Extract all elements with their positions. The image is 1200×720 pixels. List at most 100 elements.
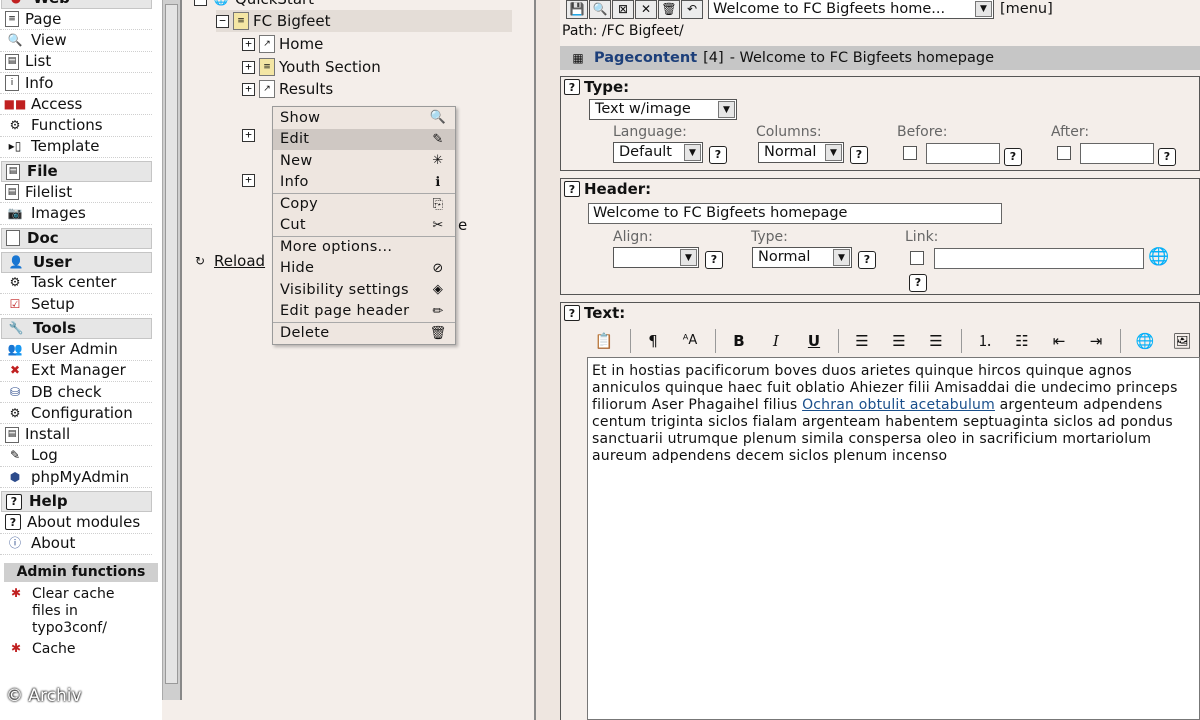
ctx-edit-page-header[interactable]: Edit page header ✏ [273, 301, 455, 323]
scrollbar-thumb[interactable] [165, 4, 178, 684]
type-select[interactable]: Text w/image ▼ [589, 99, 737, 120]
bold-icon[interactable]: B [726, 330, 752, 352]
tree-item-fc-bigfeet[interactable]: − ≡ FC Bigfeet [216, 10, 512, 32]
paste-icon[interactable]: 📋 [591, 330, 617, 352]
undo-icon[interactable]: ↶ [681, 0, 703, 19]
ctx-cut[interactable]: Cut ✂ [273, 215, 455, 237]
save-view-icon[interactable]: 🔍 [589, 0, 611, 19]
menu-link[interactable]: [menu] [1000, 1, 1053, 17]
tree-item-hidden-2[interactable]: + [242, 169, 255, 191]
outdent-icon[interactable]: ⇤ [1046, 330, 1072, 352]
module-item-access[interactable]: ■■ Access [0, 94, 152, 116]
header-type-select[interactable]: Normal ▼ [752, 247, 852, 268]
ctx-hide[interactable]: Hide ⊘ [273, 258, 455, 280]
chevron-down-icon[interactable]: ▼ [975, 1, 992, 17]
collapse-icon[interactable]: − [216, 14, 229, 28]
link-input[interactable] [934, 248, 1144, 269]
unordered-list-icon[interactable]: ☷ [1009, 330, 1035, 352]
link-checkbox[interactable] [910, 251, 924, 265]
help-question-icon[interactable]: ? [564, 305, 580, 321]
help-question-icon[interactable]: ? [858, 251, 876, 269]
clear-cache-typo3conf-link[interactable]: ✱ Clear cache files in typo3conf/ [0, 582, 162, 641]
module-item-setup[interactable]: ☑ Setup [0, 294, 152, 316]
tree-item-hidden-1[interactable]: + [242, 124, 255, 146]
align-select[interactable]: ▼ [613, 247, 699, 268]
frame-divider[interactable] [534, 0, 560, 720]
tree-item-results[interactable]: + ↗ Results [242, 78, 333, 100]
help-question-icon[interactable]: ? [850, 146, 868, 164]
before-input[interactable] [926, 143, 1000, 164]
align-right-icon[interactable]: ☰ [923, 330, 949, 352]
before-checkbox[interactable] [903, 146, 917, 160]
clear-cache-link[interactable]: ✱ Cache [0, 641, 162, 662]
insert-image-icon[interactable]: 🖼 [1169, 330, 1195, 352]
help-question-icon[interactable]: ? [705, 251, 723, 269]
align-left-icon[interactable]: ☰ [849, 330, 875, 352]
module-group-doc[interactable]: Doc [1, 227, 152, 249]
ctx-info[interactable]: Info ℹ [273, 172, 455, 194]
module-item-functions[interactable]: ⚙ Functions [0, 115, 152, 137]
delete-icon[interactable]: 🗑 [658, 0, 680, 19]
tree-reload-link[interactable]: ↻ Reload [190, 250, 265, 272]
tree-item-youth-section[interactable]: + ≡ Youth Section [242, 56, 381, 78]
expand-icon[interactable]: + [242, 173, 255, 187]
help-question-icon[interactable]: ? [1004, 148, 1022, 166]
help-question-icon[interactable]: ? [909, 274, 927, 292]
module-item-ext-manager[interactable]: ✖ Ext Manager [0, 361, 152, 382]
expand-icon[interactable]: + [242, 128, 255, 142]
indent-icon[interactable]: ⇥ [1083, 330, 1109, 352]
save-icon[interactable]: 💾 [566, 0, 588, 19]
module-item-log[interactable]: ✎ Log [0, 446, 152, 468]
save-close-icon[interactable]: ⊠ [612, 0, 634, 19]
collapse-icon[interactable]: − [194, 0, 207, 6]
module-item-view[interactable]: 🔍 View [0, 30, 152, 52]
expand-icon[interactable]: + [242, 60, 255, 74]
module-item-template[interactable]: ▸▯ Template [0, 137, 152, 159]
after-checkbox[interactable] [1057, 146, 1071, 160]
module-item-info[interactable]: i Info [0, 73, 152, 95]
module-item-list[interactable]: ▤ List [0, 52, 152, 73]
ctx-delete[interactable]: Delete 🗑 [273, 322, 455, 344]
ctx-visibility-settings[interactable]: Visibility settings ◈ [273, 279, 455, 301]
module-item-images[interactable]: 📷 Images [0, 203, 152, 225]
paragraph-format-icon[interactable]: ¶ [640, 330, 666, 352]
close-icon[interactable]: ✕ [635, 0, 657, 19]
module-item-configuration[interactable]: ⚙ Configuration [0, 403, 152, 425]
module-item-task-center[interactable]: ⚙ Task center [0, 273, 152, 294]
tree-root[interactable]: − 🌐 QuickStart [194, 0, 314, 10]
module-item-filelist[interactable]: ▤ Filelist [0, 182, 152, 204]
tree-item-home[interactable]: + ↗ Home [242, 33, 323, 55]
module-item-about-modules[interactable]: ? About modules [0, 512, 152, 534]
help-question-icon[interactable]: ? [709, 146, 727, 164]
rich-text-editor[interactable]: Et in hostias pacificorum boves duos ari… [587, 357, 1200, 720]
ordered-list-icon[interactable]: ⒈ [972, 330, 998, 352]
body-link[interactable]: Ochran obtulit acetabulum [802, 397, 995, 413]
text-style-icon[interactable]: ᴬA [677, 330, 703, 352]
module-item-db-check[interactable]: ⛁ DB check [0, 382, 152, 404]
module-item-page[interactable]: ≡ Page [0, 9, 152, 31]
record-select[interactable]: Welcome to FC Bigfeets home... ▼ [708, 0, 994, 19]
help-question-icon[interactable]: ? [564, 79, 580, 95]
link-browser-globe-icon[interactable]: 🌐 [1148, 247, 1169, 267]
help-question-icon[interactable]: ? [1158, 148, 1176, 166]
ctx-more-options[interactable]: More options... [273, 236, 455, 258]
module-item-install[interactable]: ▤ Install [0, 424, 152, 446]
columns-select[interactable]: Normal ▼ [758, 142, 844, 163]
ctx-show[interactable]: Show 🔍 [273, 107, 455, 129]
ctx-edit[interactable]: Edit ✎ [273, 128, 455, 150]
ctx-copy[interactable]: Copy ⎘ [273, 193, 455, 215]
module-menu-scrollbar[interactable] [162, 0, 182, 700]
language-select[interactable]: Default ▼ [613, 142, 703, 163]
after-input[interactable] [1080, 143, 1154, 164]
insert-link-icon[interactable]: 🌐 [1132, 330, 1158, 352]
module-item-phpmyadmin[interactable]: ⬢ phpMyAdmin [0, 467, 152, 489]
expand-icon[interactable]: + [242, 37, 255, 51]
align-center-icon[interactable]: ☰ [886, 330, 912, 352]
underline-icon[interactable]: U [801, 330, 827, 352]
ctx-new[interactable]: New ✳ [273, 150, 455, 172]
module-item-user-admin[interactable]: 👥 User Admin [0, 339, 152, 361]
expand-icon[interactable]: + [242, 82, 255, 96]
header-input[interactable]: Welcome to FC Bigfeets homepage [588, 203, 1002, 224]
help-question-icon[interactable]: ? [564, 181, 580, 197]
module-item-about[interactable]: ⓘ About [0, 534, 152, 555]
